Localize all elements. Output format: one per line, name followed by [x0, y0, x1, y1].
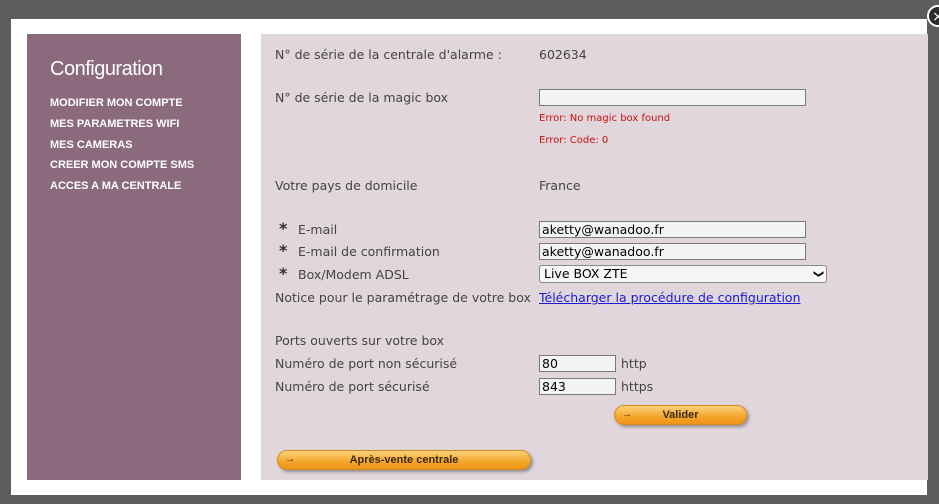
- required-asterisk: *: [279, 219, 288, 238]
- ports-heading: Ports ouverts sur votre box: [275, 333, 445, 348]
- aftersales-button[interactable]: → Après-vente centrale: [277, 450, 531, 470]
- port-insecure-label: Numéro de port non sécurisé: [275, 356, 458, 371]
- required-asterisk: *: [279, 241, 288, 260]
- box-label: Box/Modem ADSL: [298, 267, 409, 282]
- sidebar-item-acces-centrale[interactable]: ACCES A MA CENTRALE: [50, 179, 194, 200]
- validate-button-label: Valider: [662, 409, 699, 421]
- config-form: N° de série de la centrale d'alarme : 60…: [261, 34, 928, 480]
- alarm-serial-value: 602634: [539, 47, 587, 62]
- port-secure-input[interactable]: 843: [539, 378, 616, 395]
- email-label: E-mail: [298, 222, 338, 237]
- sidebar: Configuration MODIFIER MON COMPTE MES PA…: [27, 34, 241, 480]
- email-confirm-label: E-mail de confirmation: [298, 244, 440, 259]
- arrow-right-icon: →: [622, 409, 632, 420]
- country-label: Votre pays de domicile: [275, 178, 418, 193]
- sidebar-item-modifier-compte[interactable]: MODIFIER MON COMPTE: [50, 96, 194, 117]
- port-insecure-protocol: http: [621, 356, 647, 371]
- sidebar-item-compte-sms[interactable]: CREER MON COMPTE SMS: [50, 158, 194, 179]
- sidebar-item-cameras[interactable]: MES CAMERAS: [50, 138, 194, 159]
- email-confirm-field[interactable]: aketty@wanadoo.fr: [539, 243, 806, 260]
- error-no-magicbox: Error: No magic box found: [539, 113, 671, 124]
- download-procedure-link[interactable]: Télécharger la procédure de configuratio…: [539, 290, 801, 305]
- sidebar-menu: MODIFIER MON COMPTE MES PARAMETRES WIFI …: [50, 96, 194, 200]
- aftersales-button-label: Après-vente centrale: [349, 454, 459, 466]
- country-value: France: [539, 178, 581, 193]
- magicbox-label: N° de série de la magic box: [275, 90, 449, 105]
- magicbox-input[interactable]: [539, 89, 806, 106]
- close-icon[interactable]: ×: [927, 5, 939, 27]
- email-field[interactable]: aketty@wanadoo.fr: [539, 221, 806, 238]
- error-code: Error: Code: 0: [539, 135, 609, 146]
- box-select[interactable]: Live BOX ZTE ❯: [539, 265, 827, 283]
- validate-button[interactable]: → Valider: [614, 405, 747, 425]
- chevron-down-icon: ❯: [812, 269, 824, 279]
- box-select-value: Live BOX ZTE: [544, 266, 628, 281]
- port-secure-protocol: https: [621, 379, 654, 394]
- arrow-right-icon: →: [285, 454, 295, 465]
- port-secure-label: Numéro de port sécurisé: [275, 379, 430, 394]
- sidebar-title: Configuration: [50, 58, 163, 80]
- alarm-serial-label: N° de série de la centrale d'alarme :: [275, 47, 502, 62]
- sidebar-item-parametres-wifi[interactable]: MES PARAMETRES WIFI: [50, 117, 194, 138]
- port-insecure-input[interactable]: 80: [539, 355, 616, 372]
- notice-label: Notice pour le paramétrage de votre box: [275, 290, 531, 305]
- required-asterisk: *: [279, 264, 288, 283]
